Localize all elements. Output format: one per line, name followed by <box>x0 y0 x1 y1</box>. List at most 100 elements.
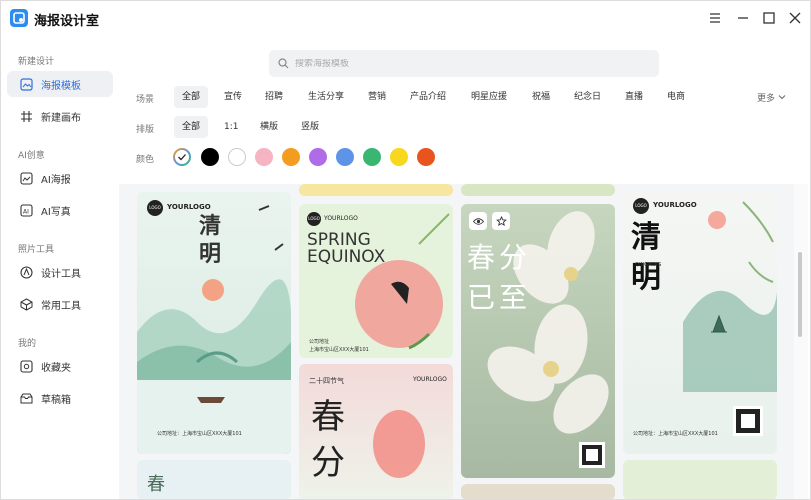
card-logo-text: YOURLOGO <box>413 376 447 383</box>
card-title: 清明 <box>199 213 222 267</box>
color-swatch-black[interactable] <box>201 148 219 166</box>
color-swatch-pink[interactable] <box>255 148 273 166</box>
scene-chip-product-intro[interactable]: 产品介绍 <box>402 86 454 108</box>
template-card-qingming-2[interactable]: LOGO YOURLOGO 清明 QINGMING 公司地址：上海市宝山区XXX… <box>623 192 777 454</box>
scene-chip-marketing[interactable]: 营销 <box>360 86 394 108</box>
color-swatch-orange[interactable] <box>282 148 300 166</box>
color-label: 颜色 <box>136 155 155 165</box>
card-footer-line1: 公司地址 <box>309 339 330 345</box>
eye-icon[interactable] <box>469 212 487 230</box>
more-label: 更多 <box>757 94 776 104</box>
sidebar-item-poster-templates[interactable]: 海报模板 <box>7 71 113 97</box>
sidebar-section-ai: AI创意 <box>18 151 45 161</box>
sidebar-item-common-tools[interactable]: 常用工具 <box>7 291 113 317</box>
color-swatch-blue[interactable] <box>336 148 354 166</box>
card-tag: 二十四节气 <box>309 377 344 385</box>
layout-chip-landscape[interactable]: 横版 <box>252 116 286 138</box>
sidebar-item-label: AI海报 <box>41 174 71 186</box>
chevron-down-icon <box>778 94 786 104</box>
scene-label: 场景 <box>136 95 155 105</box>
maximize-icon[interactable] <box>761 10 777 26</box>
scene-chip-blessing[interactable]: 祝福 <box>524 86 558 108</box>
template-gallery: LOGO YOURLOGO 清明 公司地址：上海市宝山区XXX大厦101 春 L… <box>119 184 796 499</box>
layout-chip-portrait[interactable]: 竖版 <box>293 116 327 138</box>
sidebar-item-design-tools[interactable]: 设计工具 <box>7 259 113 285</box>
card-logo-badge: LOGO <box>307 212 321 226</box>
scene-chip-promotion[interactable]: 宣传 <box>216 86 250 108</box>
template-card-partial-top-2[interactable] <box>461 184 615 196</box>
template-card-partial-top[interactable] <box>299 184 453 196</box>
color-swatch-yellow[interactable] <box>390 148 408 166</box>
sidebar-item-label: AI写真 <box>41 206 71 218</box>
scene-chip-fan-support[interactable]: 明星应援 <box>463 86 515 108</box>
template-card-partial-1[interactable]: 春 <box>137 460 291 499</box>
app-window: 海报设计室 新建设计 海报模板 新建画布 AI创意 AI海报 AI AI写真 照… <box>0 0 811 500</box>
sidebar-item-label: 海报模板 <box>41 80 81 92</box>
minimize-icon[interactable] <box>735 10 751 26</box>
sidebar-item-favorites[interactable]: 收藏夹 <box>7 353 113 379</box>
layout-chip-all[interactable]: 全部 <box>174 116 209 138</box>
card-logo-text: YOURLOGO <box>167 203 211 211</box>
template-card-chunfen-flower[interactable]: 春分 已至 <box>461 204 615 478</box>
card-logo-text: YOURLOGO <box>653 201 697 209</box>
card-title: 春分 <box>311 397 345 483</box>
card-footer-line2: 上海市宝山区XXX大厦101 <box>309 347 369 353</box>
search-input[interactable] <box>295 58 635 69</box>
title-bar: 海报设计室 <box>1 1 810 37</box>
svg-text:AI: AI <box>23 208 29 215</box>
card-title-line2: 已至 <box>467 281 532 314</box>
grid-icon <box>19 109 33 123</box>
sidebar-item-ai-portrait[interactable]: AI AI写真 <box>7 197 113 223</box>
drafts-icon <box>19 391 33 405</box>
template-card-partial-4[interactable] <box>623 460 777 499</box>
scrollbar-thumb[interactable] <box>798 252 802 337</box>
app-logo-icon <box>10 9 28 27</box>
app-title: 海报设计室 <box>34 14 100 29</box>
sidebar-section-new-design: 新建设计 <box>18 57 55 67</box>
color-swatch-red[interactable] <box>417 148 435 166</box>
card-footer: 公司地址：上海市宝山区XXX大厦101 <box>633 431 718 437</box>
scene-chip-live[interactable]: 直播 <box>617 86 651 108</box>
template-card-partial-3[interactable] <box>461 484 615 499</box>
menu-icon[interactable] <box>707 10 723 26</box>
pen-tool-icon <box>19 265 33 279</box>
layout-label: 排版 <box>136 125 155 135</box>
card-logo-badge: LOGO <box>633 198 649 214</box>
more-dropdown[interactable]: 更多 <box>757 91 786 104</box>
scene-chip-life-share[interactable]: 生活分享 <box>300 86 352 108</box>
scene-chip-recruit[interactable]: 招聘 <box>257 86 291 108</box>
color-swatch-purple[interactable] <box>309 148 327 166</box>
sidebar-item-ai-poster[interactable]: AI海报 <box>7 165 113 191</box>
sidebar-item-label: 常用工具 <box>41 300 81 312</box>
layout-chip-square[interactable]: 1:1 <box>216 116 246 138</box>
gallery-scrollbar[interactable] <box>794 184 808 499</box>
card-title-line1: 春分 <box>467 241 532 274</box>
sidebar-item-drafts[interactable]: 草稿箱 <box>7 385 113 411</box>
sidebar-item-label: 草稿箱 <box>41 394 71 406</box>
close-icon[interactable] <box>787 10 803 26</box>
template-card-qingming[interactable]: LOGO YOURLOGO 清明 公司地址：上海市宝山区XXX大厦101 <box>137 192 291 454</box>
scene-chip-ecommerce[interactable]: 电商 <box>659 86 693 108</box>
card-title-line2: EQUINOX <box>307 247 386 267</box>
sidebar-item-label: 收藏夹 <box>41 362 71 374</box>
color-swatch-white[interactable] <box>228 148 246 166</box>
scene-chip-anniversary[interactable]: 纪念日 <box>566 86 609 108</box>
sidebar-section-mine: 我的 <box>18 339 37 349</box>
star-icon[interactable] <box>492 212 510 230</box>
sidebar: 新建设计 海报模板 新建画布 AI创意 AI海报 AI AI写真 照片工具 设计… <box>1 37 119 499</box>
cube-icon <box>19 297 33 311</box>
sidebar-item-label: 新建画布 <box>41 112 81 124</box>
color-swatch-all[interactable] <box>173 148 191 166</box>
template-card-spring-equinox[interactable]: LOGO YOURLOGO SPRING EQUINOX 公司地址 上海市宝山区… <box>299 204 453 358</box>
scene-chip-all[interactable]: 全部 <box>174 86 209 108</box>
search-box[interactable] <box>269 50 659 77</box>
card-title: 清明 <box>631 220 661 295</box>
template-card-chunfen[interactable]: 二十四节气 YOURLOGO 春分 <box>299 364 453 499</box>
favorites-icon <box>19 359 33 373</box>
ai-portrait-icon: AI <box>19 203 33 217</box>
card-logo-badge: LOGO <box>147 200 163 216</box>
color-swatch-green[interactable] <box>363 148 381 166</box>
search-icon <box>278 54 289 73</box>
card-logo-text: YOURLOGO <box>324 215 358 222</box>
sidebar-item-new-canvas[interactable]: 新建画布 <box>7 103 113 129</box>
